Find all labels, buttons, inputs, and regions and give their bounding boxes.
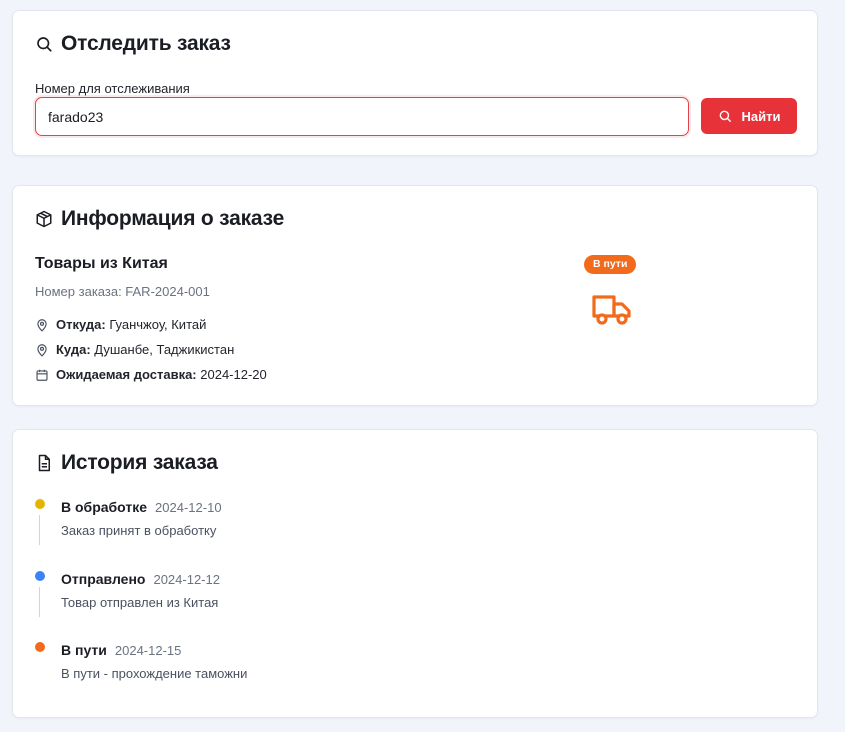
tracking-number-input[interactable] (35, 97, 689, 136)
status-dot (35, 499, 45, 509)
order-info-heading: Информация о заказе (35, 207, 284, 231)
timeline-status: В обработке (61, 499, 148, 515)
timeline-date: 2024-12-10 (155, 500, 222, 515)
order-history-card: История заказа В обработке 2024-12-10 Зак… (12, 429, 818, 718)
map-pin-icon (35, 343, 49, 357)
timeline-date: 2024-12-12 (153, 572, 220, 587)
track-order-heading: Отследить заказ (35, 32, 231, 56)
status-dot (35, 571, 45, 581)
origin-row: Откуда: Гуанчжоу, Китай (35, 317, 206, 332)
destination-value: Душанбе, Таджикистан (94, 342, 235, 357)
order-info-title: Информация о заказе (61, 207, 285, 230)
product-name: Товары из Китая (35, 255, 168, 272)
timeline-connector (39, 587, 40, 617)
status-badge: В пути (584, 255, 637, 274)
timeline-status: Отправлено (61, 571, 146, 587)
truck-icon (591, 292, 633, 326)
timeline-item: В обработке 2024-12-10 Заказ принят в обр… (35, 495, 735, 555)
timeline-item: Отправлено 2024-12-12 Товар отправлен из … (35, 567, 735, 627)
timeline-description: Заказ принят в обработку (61, 523, 217, 538)
package-icon (35, 210, 53, 228)
track-order-card: Отследить заказ Номер для отслеживания Н… (12, 10, 818, 156)
search-button-label: Найти (741, 108, 781, 124)
delivery-row: Ожидаемая доставка: 2024-12-20 (35, 367, 267, 382)
timeline-description: Товар отправлен из Китая (61, 595, 219, 610)
origin-label: Откуда: (56, 317, 106, 332)
track-order-title: Отследить заказ (61, 32, 231, 55)
status-dot (35, 642, 45, 652)
order-number: Номер заказа: FAR-2024-001 (35, 284, 210, 299)
search-icon (718, 109, 732, 123)
destination-label: Куда: (56, 342, 91, 357)
timeline-date: 2024-12-15 (114, 643, 182, 658)
destination-row: Куда: Душанбе, Таджикистан (35, 342, 234, 357)
timeline-description: В пути - прохождение таможни (61, 666, 248, 681)
order-info-card: Информация о заказе Товары из Китая Номе… (12, 185, 818, 406)
document-icon (35, 454, 53, 472)
delivery-value: 2024-12-20 (200, 367, 267, 382)
order-history-heading: История заказа (35, 451, 218, 475)
map-pin-icon (35, 318, 49, 332)
timeline-status: В пути (61, 642, 107, 658)
origin-value: Гуанчжоу, Китай (109, 317, 207, 332)
search-button[interactable]: Найти (701, 98, 797, 134)
calendar-icon (35, 368, 49, 382)
search-icon (35, 35, 53, 53)
timeline-connector (39, 515, 40, 545)
timeline-item: В пути 2024-12-15 В пути - прохождение та… (35, 638, 735, 698)
delivery-label: Ожидаемая доставка: (56, 367, 197, 382)
tracking-number-label: Номер для отслеживания (35, 81, 190, 96)
order-history-title: История заказа (61, 451, 218, 474)
